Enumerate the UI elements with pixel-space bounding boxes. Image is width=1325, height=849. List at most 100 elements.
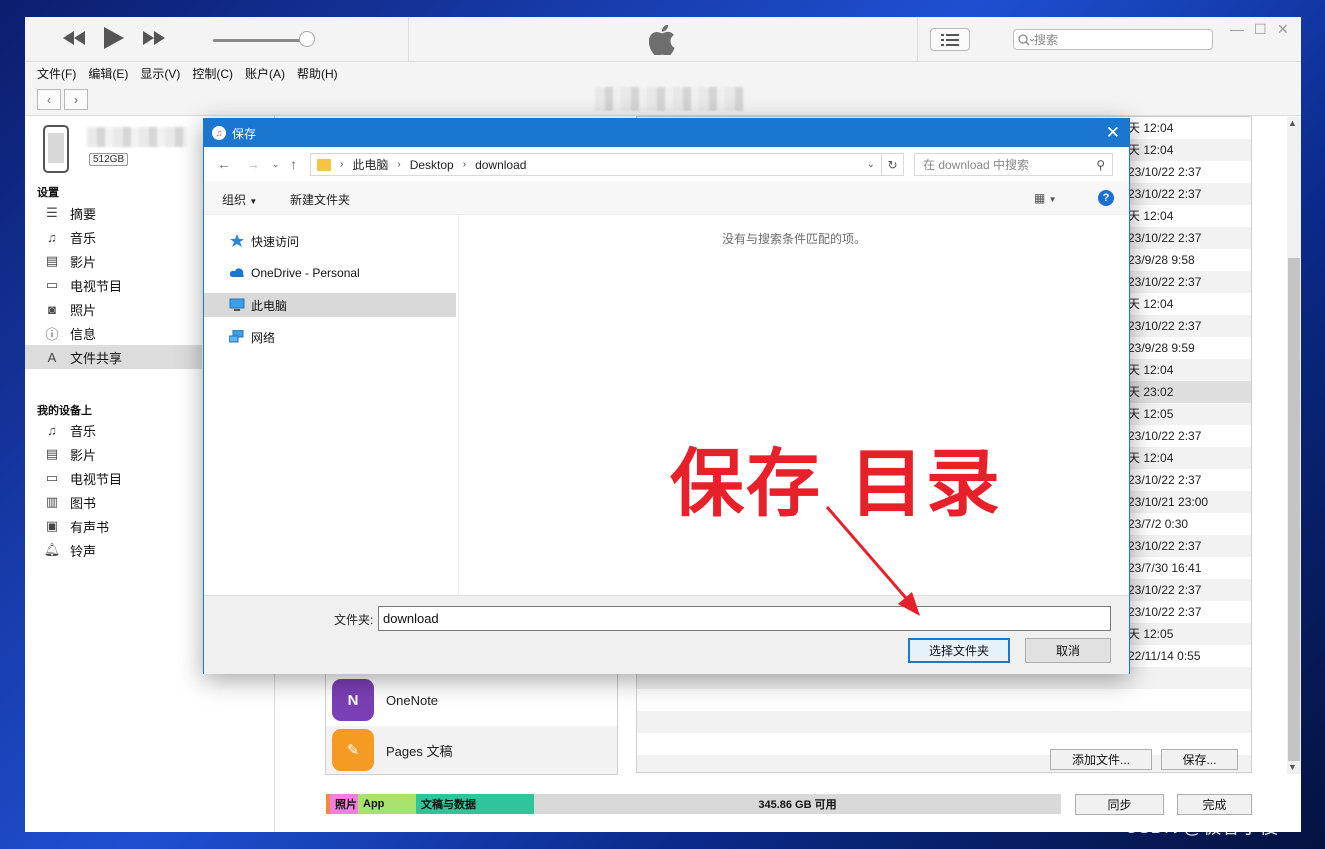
file-modified-date: 23/10/22 2:37 [1128,187,1202,201]
list-icon [941,33,959,46]
back-arrow-icon[interactable]: ← [217,156,231,172]
sidebar-item-device-audiobooks[interactable]: ▣ 有声书 [25,514,202,538]
nav-onedrive[interactable]: OneDrive - Personal [204,261,456,285]
device-name-blurred [87,127,187,147]
forward-arrow-icon[interactable]: → [246,156,260,172]
file-modified-date: 天 12:05 [1128,627,1174,641]
itunes-icon: ♫ [212,126,226,140]
sidebar-item-photos[interactable]: ◙ 照片 [25,297,202,321]
close-icon[interactable]: ✕ [1277,21,1289,38]
refresh-icon[interactable]: ↻ [881,154,903,175]
nav-this-pc[interactable]: 此电脑 [204,293,456,317]
sidebar-item-device-books[interactable]: ▥ 图书 [25,490,202,514]
sidebar-item-summary[interactable]: ☰ 摘要 [25,201,202,225]
sidebar-item-file-sharing[interactable]: A 文件共享 [25,345,202,369]
folder-icon [317,158,331,171]
play-icon[interactable] [103,27,125,49]
back-button[interactable]: ‹ [37,89,61,110]
menu-controls[interactable]: 控制(C) [192,62,239,84]
divider [408,17,409,62]
iphone-icon[interactable] [43,125,69,173]
address-bar[interactable]: › 此电脑 › Desktop › download ⌄ ↻ [310,153,904,176]
film-icon: ▤ [45,446,59,461]
onenote-icon: N [332,679,374,721]
dialog-title-bar: ♫ 保存 ✕ [204,119,1129,147]
organize-menu[interactable]: 组织 ▼ [222,191,257,208]
nav-network[interactable]: 网络 [204,325,456,349]
folder-name-input[interactable]: download [378,606,1111,631]
menu-help[interactable]: 帮助(H) [297,62,344,84]
sidebar-item-device-tv[interactable]: ▭ 电视节目 [25,466,202,490]
scroll-up-icon[interactable]: ▲ [1288,118,1297,128]
address-row: ← → ⌄ ↑ › 此电脑 › Desktop › download ⌄ ↻ 在… [204,147,1129,181]
sidebar-item-device-music[interactable]: ♫ 音乐 [25,418,202,442]
file-modified-date: 天 23:02 [1128,385,1174,399]
maximize-icon[interactable]: ☐ [1254,21,1267,38]
scrollbar-thumb[interactable] [1288,258,1300,761]
dialog-toolbar: 组织 ▼ 新建文件夹 ▦ ▼ ? [204,181,1129,215]
menu-view[interactable]: 显示(V) [140,62,186,84]
sidebar-item-label: 摘要 [70,206,97,222]
menu-edit[interactable]: 编辑(E) [88,62,134,84]
volume-slider-knob[interactable] [299,31,315,47]
chevron-down-icon[interactable]: ⌄ [867,159,875,170]
menu-account[interactable]: 账户(A) [245,62,291,84]
sidebar-item-tv-shows[interactable]: ▭ 电视节目 [25,273,202,297]
cancel-button[interactable]: 取消 [1025,638,1111,663]
close-icon[interactable]: ✕ [1106,123,1120,143]
music-note-icon: ♫ [47,422,57,438]
up-arrow-icon[interactable]: ↑ [290,156,297,172]
help-icon[interactable]: ? [1098,190,1114,206]
save-file-button[interactable]: 保存... [1161,749,1238,770]
search-input[interactable]: 搜索 [1013,29,1213,50]
dialog-search-input[interactable]: 在 download 中搜索 ⚲ [914,153,1113,176]
storage-photos: 照片 [326,794,358,814]
add-file-button[interactable]: 添加文件... [1050,749,1152,770]
fast-forward-icon[interactable] [143,27,165,49]
app-row-onenote[interactable]: N OneNote [326,676,617,724]
view-options-icon[interactable]: ▦ ▼ [1034,191,1057,205]
new-folder-button[interactable]: 新建文件夹 [290,191,350,208]
minimize-icon[interactable]: — [1230,21,1244,37]
breadcrumb-desktop[interactable]: Desktop [410,158,454,172]
sidebar-item-label: 电视节目 [70,278,123,294]
scroll-down-icon[interactable]: ▼ [1288,762,1297,772]
on-device-section-title: 我的设备上 [37,405,92,417]
file-modified-date: 23/10/22 2:37 [1128,165,1202,179]
menu-bar: 文件(F) 编辑(E) 显示(V) 控制(C) 账户(A) 帮助(H) [25,62,1301,84]
film-icon: ▤ [45,253,59,268]
file-modified-date: 天 12:04 [1128,121,1174,135]
menu-file[interactable]: 文件(F) [37,62,82,84]
nav-label: 此电脑 [251,298,288,313]
empty-row [637,689,1251,711]
file-modified-date: 天 12:05 [1128,407,1174,421]
sidebar-item-movies[interactable]: ▤ 影片 [25,249,202,273]
file-modified-date: 天 12:04 [1128,363,1174,377]
up-next-list-button[interactable] [930,28,970,51]
pages-icon: ✎ [332,729,374,771]
search-icon: ⚲ [1096,157,1105,172]
sidebar-item-music[interactable]: ♫ 音乐 [25,225,202,249]
forward-button[interactable]: › [64,89,88,110]
file-modified-date: 天 12:04 [1128,209,1174,223]
breadcrumb-download[interactable]: download [475,158,526,172]
cloud-icon [229,268,244,277]
select-folder-button[interactable]: 选择文件夹 [908,638,1010,663]
nav-label: 网络 [251,330,276,345]
nav-quick-access[interactable]: 快速访问 [204,229,456,253]
breadcrumb-this-pc[interactable]: 此电脑 [352,156,388,173]
sidebar-item-device-tones[interactable]: 🔔︎ 铃声 [25,538,202,562]
empty-message: 没有与搜索条件匹配的项。 [721,232,866,246]
sidebar-item-label: 文件共享 [70,350,123,366]
app-row-pages[interactable]: ✎ Pages 文稿 [326,726,617,774]
sidebar-item-info[interactable]: ⓘ 信息 [25,321,202,345]
sidebar-item-device-movies[interactable]: ▤ 影片 [25,442,202,466]
volume-slider-track[interactable] [213,39,313,42]
capacity-badge: 512GB [89,153,129,166]
app-store-icon: A [47,349,57,365]
recent-chevron-icon[interactable]: ⌄ [272,159,280,170]
empty-row [637,755,1251,772]
storage-free: 345.86 GB 可用 [534,794,1061,814]
sidebar-item-label: 铃声 [70,543,97,559]
rewind-icon[interactable] [63,27,85,49]
